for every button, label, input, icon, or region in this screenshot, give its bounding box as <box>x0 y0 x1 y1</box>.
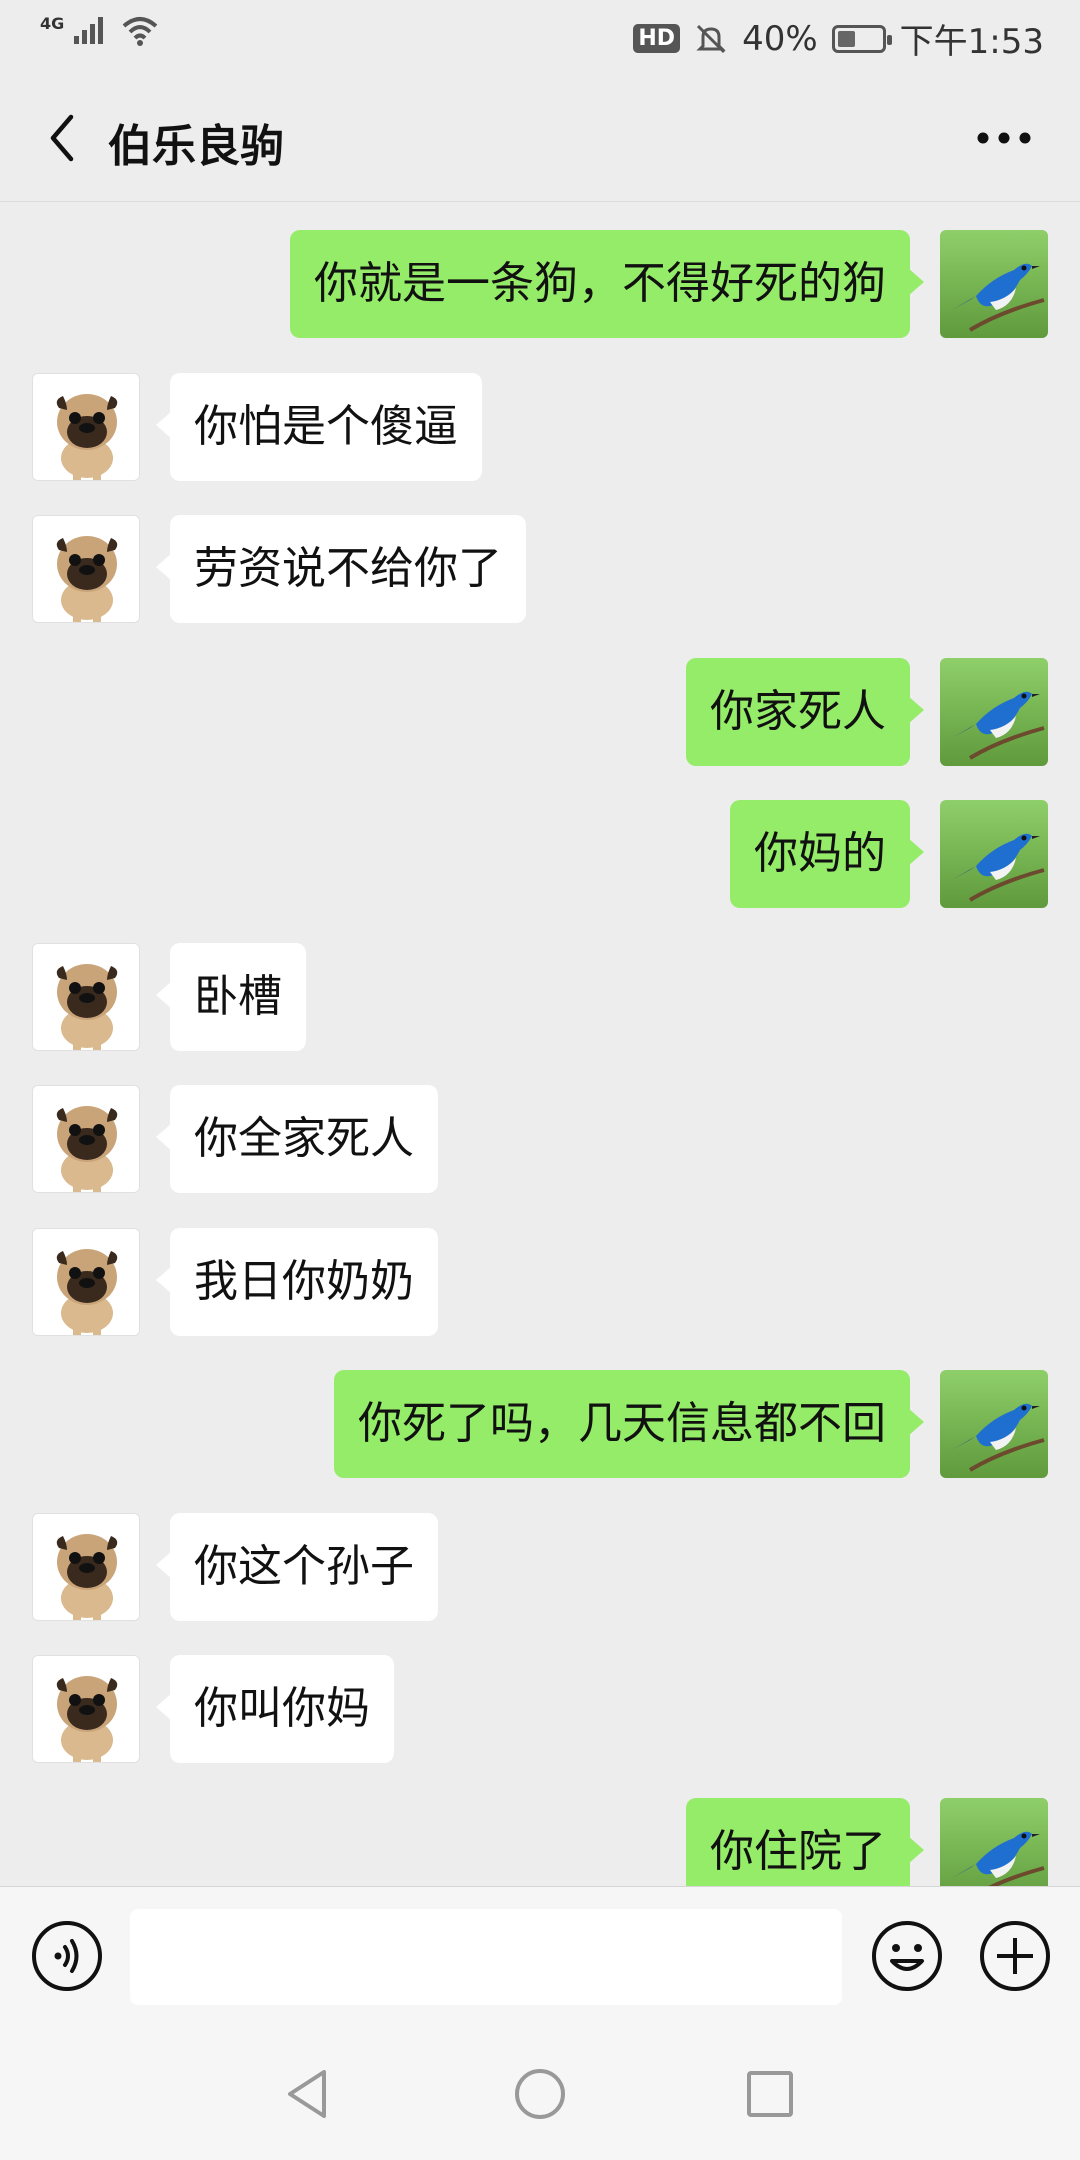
contact-avatar[interactable] <box>32 1228 140 1336</box>
voice-button[interactable] <box>30 1919 104 1993</box>
message-bubble[interactable]: 你就是一条狗，不得好死的狗 <box>290 230 924 338</box>
contact-avatar[interactable] <box>32 1513 140 1621</box>
message-bubble[interactable]: 你全家死人 <box>156 1085 438 1193</box>
emoji-icon <box>872 1921 942 1991</box>
triangle-back-icon <box>288 2070 326 2118</box>
bird-avatar-image <box>940 1370 1048 1478</box>
chat-header: 伯乐良驹 <box>0 72 1080 202</box>
emoji-button[interactable] <box>870 1919 944 1993</box>
bird-avatar-image <box>940 658 1048 766</box>
message-bubble[interactable]: 你家死人 <box>686 658 924 766</box>
message-input[interactable] <box>130 1909 842 2005</box>
battery-fill <box>837 30 855 47</box>
incoming-message: 卧槽 <box>0 943 1080 1053</box>
incoming-message: 你这个孙子 <box>0 1513 1080 1623</box>
wifi-icon <box>122 17 158 46</box>
circle-home-icon <box>515 2069 565 2119</box>
status-bar: 4G HD 40% 下午1:53 <box>0 0 1080 72</box>
pug-avatar-image <box>33 1229 139 1335</box>
outgoing-message: 你妈的 <box>0 800 1080 910</box>
pug-avatar-image <box>33 1514 139 1620</box>
message-bubble[interactable]: 你这个孙子 <box>156 1513 438 1621</box>
outgoing-message: 你住院了 <box>0 1798 1080 1886</box>
hd-badge: HD <box>633 24 681 53</box>
battery-percent: 40% <box>742 18 818 59</box>
plus-circle-icon <box>980 1921 1050 1991</box>
clock: 下午1:53 <box>899 22 1044 62</box>
square-recent-icon <box>747 2071 793 2117</box>
pug-avatar-image <box>33 516 139 622</box>
chevron-left-icon <box>50 114 74 162</box>
network-type: 4G <box>40 13 65 33</box>
input-bar <box>0 1886 1080 2024</box>
voice-icon <box>32 1921 102 1991</box>
message-bubble[interactable]: 你死了吗，几天信息都不回 <box>334 1370 924 1478</box>
bird-avatar-image <box>940 230 1048 338</box>
pug-avatar-image <box>33 944 139 1050</box>
system-recent-button[interactable] <box>742 2066 798 2122</box>
system-back-button[interactable] <box>280 2066 336 2122</box>
more-button[interactable] <box>964 108 1044 168</box>
pug-avatar-image <box>33 1086 139 1192</box>
outgoing-message: 你家死人 <box>0 658 1080 768</box>
contact-avatar[interactable] <box>32 373 140 481</box>
message-bubble[interactable]: 你怕是个傻逼 <box>156 373 482 481</box>
pug-avatar-image <box>33 1656 139 1762</box>
my-avatar[interactable] <box>940 800 1048 908</box>
my-avatar[interactable] <box>940 1370 1048 1478</box>
my-avatar[interactable] <box>940 1798 1048 1886</box>
system-nav-bar <box>0 2024 1080 2160</box>
outgoing-message: 你就是一条狗，不得好死的狗 <box>0 230 1080 340</box>
message-bubble[interactable]: 卧槽 <box>156 943 306 1051</box>
message-bubble[interactable]: 劳资说不给你了 <box>156 515 526 623</box>
message-list[interactable]: 你就是一条狗，不得好死的狗你怕是个傻逼 劳资说不给你了你家死人你妈的卧槽你全家死人… <box>0 202 1080 1886</box>
message-bubble[interactable]: 你住院了 <box>686 1798 924 1886</box>
battery-icon <box>831 24 892 53</box>
contact-avatar[interactable] <box>32 1085 140 1193</box>
more-dots-icon <box>977 132 1031 144</box>
system-home-button[interactable] <box>512 2066 568 2122</box>
contact-avatar[interactable] <box>32 943 140 1051</box>
more-functions-button[interactable] <box>978 1919 1052 1993</box>
pug-avatar-image <box>33 374 139 480</box>
bird-avatar-image <box>940 800 1048 908</box>
contact-avatar[interactable] <box>32 1655 140 1763</box>
incoming-message: 我日你奶奶 <box>0 1228 1080 1338</box>
outgoing-message: 你死了吗，几天信息都不回 <box>0 1370 1080 1480</box>
incoming-message: 你怕是个傻逼 <box>0 373 1080 483</box>
my-avatar[interactable] <box>940 658 1048 766</box>
message-bubble[interactable]: 我日你奶奶 <box>156 1228 438 1336</box>
incoming-message: 你叫你妈 <box>0 1655 1080 1765</box>
signal-icon <box>74 17 104 44</box>
incoming-message: 劳资说不给你了 <box>0 515 1080 625</box>
contact-avatar[interactable] <box>32 515 140 623</box>
chat-title: 伯乐良驹 <box>108 121 284 172</box>
message-bubble[interactable]: 你妈的 <box>730 800 924 908</box>
message-bubble[interactable]: 你叫你妈 <box>156 1655 394 1763</box>
incoming-message: 你全家死人 <box>0 1085 1080 1195</box>
mute-bell-icon <box>696 24 726 53</box>
back-button[interactable] <box>34 108 90 168</box>
bird-avatar-image <box>940 1798 1048 1886</box>
my-avatar[interactable] <box>940 230 1048 338</box>
